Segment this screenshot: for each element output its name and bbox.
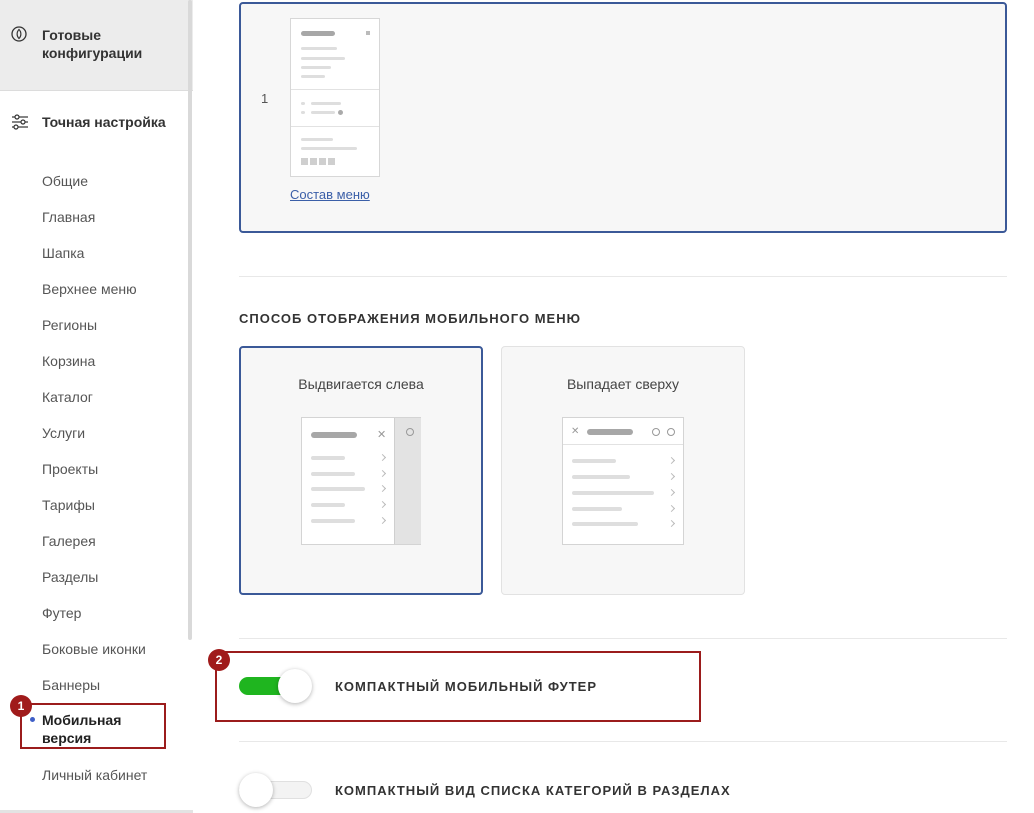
divider [239, 276, 1007, 277]
menu-composition-link[interactable]: Состав меню [290, 187, 370, 202]
sidebar-item-account[interactable]: Личный кабинет [42, 765, 147, 785]
sidebar-item-services[interactable]: Услуги [42, 423, 85, 443]
compact-footer-toggle-knob[interactable] [278, 669, 312, 703]
sidebar-item-top-menu[interactable]: Верхнее меню [42, 279, 137, 299]
sidebar-item-tariffs[interactable]: Тарифы [42, 495, 95, 515]
sidebar-item-projects[interactable]: Проекты [42, 459, 98, 479]
option-drop-top-label: Выпадает сверху [566, 376, 680, 392]
sidebar-item-catalog[interactable]: Каталог [42, 387, 93, 407]
compact-categories-toggle-knob[interactable] [239, 773, 273, 807]
slide-left-preview: ✕ [301, 417, 421, 545]
sidebar-item-sections[interactable]: Разделы [42, 567, 98, 587]
sidebar-fine-tuning-label: Точная настройка [42, 114, 166, 130]
sidebar-ready-configs-label: Готовые конфигурации [42, 27, 143, 61]
menu-item-number: 1 [261, 91, 269, 106]
divider [239, 638, 1007, 639]
drop-top-preview: ✕ [562, 417, 684, 545]
close-icon: ✕ [571, 426, 580, 437]
annotation-badge-2: 2 [208, 649, 230, 671]
search-icon [667, 428, 675, 436]
mobile-menu-section-title: СПОСОБ ОТОБРАЖЕНИЯ МОБИЛЬНОГО МЕНЮ [239, 311, 581, 326]
sliders-icon [12, 114, 28, 130]
sidebar-item-main[interactable]: Главная [42, 207, 95, 227]
menu-preview-thumbnail [290, 18, 380, 177]
divider [239, 741, 1007, 742]
user-icon [652, 428, 660, 436]
sidebar-item-banners[interactable]: Баннеры [42, 675, 100, 695]
sidebar-item-gallery[interactable]: Галерея [42, 531, 96, 551]
close-icon: ✕ [377, 429, 387, 441]
sidebar: Готовые конфигурации Точная настройка Об… [0, 0, 194, 813]
compact-footer-label: КОМПАКТНЫЙ МОБИЛЬНЫЙ ФУТЕР [335, 679, 598, 694]
sidebar-item-regions[interactable]: Регионы [42, 315, 97, 335]
sidebar-item-ready-configs[interactable]: Готовые конфигурации [0, 0, 193, 91]
sidebar-item-side-icons[interactable]: Боковые иконки [42, 639, 146, 659]
search-icon [406, 428, 414, 436]
sidebar-item-header[interactable]: Шапка [42, 243, 84, 263]
sidebar-item-footer[interactable]: Футер [42, 603, 81, 623]
annotation-badge-1: 1 [10, 695, 32, 717]
option-slide-left-label: Выдвигается слева [298, 376, 424, 392]
sidebar-item-general[interactable]: Общие [42, 171, 88, 191]
annotation-box-1 [20, 703, 166, 749]
sidebar-item-cart[interactable]: Корзина [42, 351, 95, 371]
sidebar-scrollbar[interactable] [188, 0, 192, 640]
compact-categories-label: КОМПАКТНЫЙ ВИД СПИСКА КАТЕГОРИЙ В РАЗДЕЛ… [335, 783, 731, 798]
configs-icon [11, 26, 27, 42]
